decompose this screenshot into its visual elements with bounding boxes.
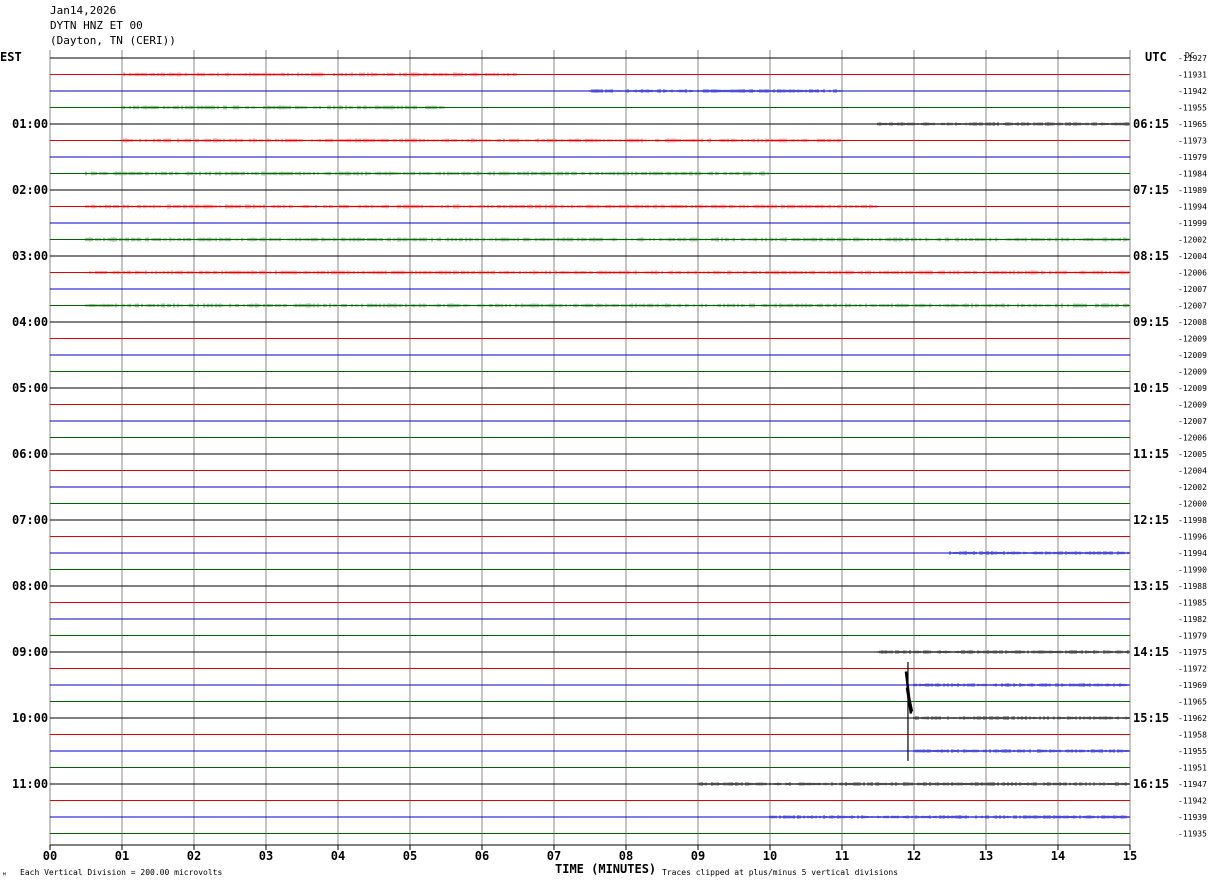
dc-offset-label: -12009 xyxy=(1178,368,1207,377)
dc-offset-label: -12007 xyxy=(1178,417,1207,426)
dc-offset-label: -12000 xyxy=(1178,500,1207,509)
left-hour-label: 06:00 xyxy=(12,447,48,461)
dc-offset-label: -11982 xyxy=(1178,615,1207,624)
dc-offset-label: -11955 xyxy=(1178,104,1207,113)
right-hour-label: 14:15 xyxy=(1133,645,1169,659)
dc-offset-label: -11965 xyxy=(1178,698,1207,707)
dc-offset-label: -12009 xyxy=(1178,401,1207,410)
x-tick-label: 01 xyxy=(115,849,129,863)
dc-offset-label: -12007 xyxy=(1178,302,1207,311)
right-hour-label: 13:15 xyxy=(1133,579,1169,593)
left-hour-label: 08:00 xyxy=(12,579,48,593)
right-hour-label: 11:15 xyxy=(1133,447,1169,461)
dc-offset-label: -12009 xyxy=(1178,384,1207,393)
dc-offset-label: -12002 xyxy=(1178,483,1207,492)
dc-offset-label: -11942 xyxy=(1178,797,1207,806)
dc-offset-label: -11951 xyxy=(1178,764,1207,773)
event-waveform xyxy=(904,671,914,714)
dc-offset-label: -11994 xyxy=(1178,549,1207,558)
x-tick-label: 12 xyxy=(907,849,921,863)
seismogram-chart: 00 01 02 03 04 05 06 07 08 09 10 11 12 13 14 15-11927-1… xyxy=(0,50,1207,880)
right-hour-label: 16:15 xyxy=(1133,777,1169,791)
dc-offset-label: -12006 xyxy=(1178,269,1207,278)
dc-offset-label: -12005 xyxy=(1178,450,1207,459)
dc-offset-label: -12007 xyxy=(1178,285,1207,294)
dc-offset-label: -11965 xyxy=(1178,120,1207,129)
axis-labels: 00 01 02 03 04 05 06 07 08 09 10 11 12 13 14 15-11927-1… xyxy=(12,54,1207,863)
x-tick-label: 10 xyxy=(763,849,777,863)
dc-offset-label: -11935 xyxy=(1178,830,1207,839)
right-hour-label: 15:15 xyxy=(1133,711,1169,725)
left-timezone-label: EST xyxy=(0,50,22,64)
dc-offset-label: -11973 xyxy=(1178,137,1207,146)
dc-offset-label: -11955 xyxy=(1178,747,1207,756)
right-hour-label: 08:15 xyxy=(1133,249,1169,263)
dc-offset-label: -12006 xyxy=(1178,434,1207,443)
dc-offset-label: -11979 xyxy=(1178,153,1207,162)
dc-offset-label: -12004 xyxy=(1178,252,1207,261)
left-hour-label: 07:00 xyxy=(12,513,48,527)
dc-offset-label: -11999 xyxy=(1178,219,1207,228)
x-axis-label: TIME (MINUTES) xyxy=(555,862,656,876)
x-tick-label: 08 xyxy=(619,849,633,863)
dc-offset-label: -12009 xyxy=(1178,335,1207,344)
dc-offset-label: -11990 xyxy=(1178,566,1207,575)
dc-offset-label: -11939 xyxy=(1178,813,1207,822)
dc-offset-label: -11984 xyxy=(1178,170,1207,179)
dc-offset-label: -11947 xyxy=(1178,780,1207,789)
left-hour-label: 01:00 xyxy=(12,117,48,131)
dc-offset-label: -11988 xyxy=(1178,582,1207,591)
x-tick-label: 09 xyxy=(691,849,705,863)
dc-offset-label: -11958 xyxy=(1178,731,1207,740)
dc-offset-label: -12002 xyxy=(1178,236,1207,245)
right-timezone-label: UTC xyxy=(1145,50,1167,64)
right-hour-label: 12:15 xyxy=(1133,513,1169,527)
left-hour-label: 03:00 xyxy=(12,249,48,263)
x-tick-label: 07 xyxy=(547,849,561,863)
dc-offset-label: -12008 xyxy=(1178,318,1207,327)
left-hour-label: 04:00 xyxy=(12,315,48,329)
right-hour-label: 07:15 xyxy=(1133,183,1169,197)
left-hour-label: 10:00 xyxy=(12,711,48,725)
dc-offset-label: -12004 xyxy=(1178,467,1207,476)
dc-offset-label: -11985 xyxy=(1178,599,1207,608)
dc-offset-label: -11979 xyxy=(1178,632,1207,641)
dc-offset-label: -11975 xyxy=(1178,648,1207,657)
x-tick-label: 02 xyxy=(187,849,201,863)
clip-note: Traces clipped at plus/minus 5 vertical … xyxy=(662,868,898,877)
right-hour-label: 10:15 xyxy=(1133,381,1169,395)
dc-offset-label: -11962 xyxy=(1178,714,1207,723)
x-tick-label: 05 xyxy=(403,849,417,863)
time-grid xyxy=(49,50,1131,850)
x-tick-label: 11 xyxy=(835,849,849,863)
x-tick-label: 13 xyxy=(979,849,993,863)
x-tick-label: 00 xyxy=(43,849,57,863)
left-hour-label: 11:00 xyxy=(12,777,48,791)
dc-offset-label: -11942 xyxy=(1178,87,1207,96)
dc-offset-label: -11996 xyxy=(1178,533,1207,542)
right-hour-label: 09:15 xyxy=(1133,315,1169,329)
dc-offset-label: -11931 xyxy=(1178,71,1207,80)
x-tick-label: 03 xyxy=(259,849,273,863)
dc-header-label: DC xyxy=(1185,51,1195,60)
division-note: Each Vertical Division = 200.00 microvol… xyxy=(20,868,222,877)
dc-offset-label: -11994 xyxy=(1178,203,1207,212)
left-hour-label: 02:00 xyxy=(12,183,48,197)
dc-offset-label: -11998 xyxy=(1178,516,1207,525)
dc-offset-label: -11989 xyxy=(1178,186,1207,195)
x-tick-label: 15 xyxy=(1123,849,1137,863)
x-tick-label: 14 xyxy=(1051,849,1065,863)
dc-offset-label: -11969 xyxy=(1178,681,1207,690)
traces xyxy=(50,57,1130,834)
right-hour-label: 06:15 xyxy=(1133,117,1169,131)
left-hour-label: 09:00 xyxy=(12,645,48,659)
x-tick-label: 04 xyxy=(331,849,345,863)
left-hour-label: 05:00 xyxy=(12,381,48,395)
dc-offset-label: -12009 xyxy=(1178,351,1207,360)
x-tick-label: 06 xyxy=(475,849,489,863)
corner-mark: ᴹ xyxy=(2,871,7,880)
dc-offset-label: -11972 xyxy=(1178,665,1207,674)
